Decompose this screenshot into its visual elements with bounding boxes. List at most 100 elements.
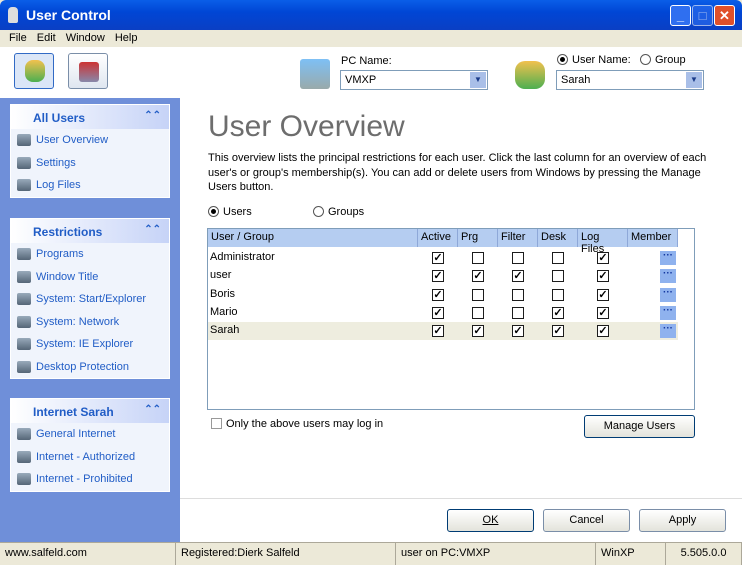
table-row[interactable]: Mario ✓ ✓ ✓ ···: [208, 304, 678, 322]
only-users-checkbox[interactable]: Only the above users may log in: [211, 418, 383, 430]
checkbox[interactable]: [512, 306, 524, 319]
item-label: General Internet: [36, 428, 116, 440]
column-header[interactable]: Desk: [538, 229, 578, 247]
checkbox[interactable]: ✓: [597, 288, 609, 301]
collapse-icon[interactable]: ⌃⌃: [144, 224, 161, 235]
users-icon: [17, 134, 31, 146]
checkbox[interactable]: ✓: [472, 270, 484, 283]
collapse-icon[interactable]: ⌃⌃: [144, 404, 161, 415]
status-bar: www.salfeld.com Registered:Dierk Salfeld…: [0, 542, 742, 565]
user-name-radio[interactable]: User Name:: [557, 54, 631, 66]
sidebar-item-desktop-protection[interactable]: Desktop Protection: [11, 356, 169, 379]
panel-header[interactable]: Restrictions ⌃⌃: [11, 219, 169, 243]
user-name: Mario: [210, 305, 238, 318]
collapse-icon[interactable]: ⌃⌃: [144, 110, 161, 121]
settings-icon: [17, 156, 31, 169]
users-radio[interactable]: Users: [208, 206, 252, 218]
user-name-select[interactable]: Sarah ▼: [556, 70, 704, 90]
sidebar-item-settings[interactable]: Settings: [11, 152, 169, 175]
window-title: User Control: [26, 7, 111, 23]
checkbox[interactable]: ✓: [432, 270, 444, 283]
member-button[interactable]: ···: [660, 287, 676, 302]
checkbox[interactable]: ✓: [472, 325, 484, 338]
sidebar-item-user-overview[interactable]: User Overview: [11, 129, 169, 152]
apply-button[interactable]: Apply: [639, 509, 726, 532]
checkbox[interactable]: ✓: [552, 306, 564, 319]
member-button[interactable]: ···: [660, 324, 676, 339]
sidebar-item-internet-authorized[interactable]: Internet - Authorized: [11, 446, 169, 469]
menu-window[interactable]: Window: [61, 30, 110, 47]
user-name: Sarah: [210, 324, 240, 337]
member-button[interactable]: ···: [660, 269, 676, 284]
member-button[interactable]: ···: [660, 251, 676, 265]
manage-users-button[interactable]: Manage Users: [584, 415, 695, 438]
page-title: User Overview: [208, 110, 405, 143]
checkbox[interactable]: [552, 288, 564, 301]
toolbox-tool-button[interactable]: [68, 53, 108, 89]
panel-header[interactable]: Internet Sarah ⌃⌃: [11, 399, 169, 423]
checkbox[interactable]: [552, 270, 564, 283]
close-button[interactable]: ✕: [714, 5, 735, 26]
menu-help[interactable]: Help: [110, 30, 143, 47]
only-users-label: Only the above users may log in: [226, 418, 384, 430]
sidebar-item-ie-explorer[interactable]: System: IE Explorer: [11, 333, 169, 356]
member-button[interactable]: ···: [660, 305, 676, 320]
minimize-button[interactable]: _: [670, 5, 691, 26]
sidebar-item-log-files[interactable]: Log Files: [11, 174, 169, 197]
checkbox[interactable]: ✓: [552, 325, 564, 338]
cancel-button[interactable]: Cancel: [543, 509, 630, 532]
status-os: WinXP: [596, 543, 666, 565]
sidebar-item-network[interactable]: System: Network: [11, 311, 169, 334]
checkbox[interactable]: ✓: [432, 325, 444, 338]
checkbox[interactable]: ✓: [597, 325, 609, 338]
column-header[interactable]: Prg: [458, 229, 498, 247]
groups-radio[interactable]: Groups: [313, 206, 364, 218]
table-row[interactable]: Administrator ✓ ✓ ···: [208, 249, 678, 267]
menu-edit[interactable]: Edit: [32, 30, 61, 47]
ok-button[interactable]: OK: [447, 509, 534, 532]
checkbox[interactable]: [512, 252, 524, 264]
sidebar-item-programs[interactable]: Programs: [11, 243, 169, 266]
group-radio[interactable]: Group: [640, 54, 686, 66]
users-icon: [25, 60, 45, 82]
sidebar-item-start-explorer[interactable]: System: Start/Explorer: [11, 288, 169, 311]
status-registered: Registered:Dierk Salfeld: [176, 543, 396, 565]
checkbox[interactable]: ✓: [432, 306, 444, 319]
column-header[interactable]: Filter: [498, 229, 538, 247]
menu-file[interactable]: File: [4, 30, 32, 47]
app-icon: [8, 7, 18, 23]
column-header[interactable]: User / Group: [208, 229, 418, 247]
item-label: Internet - Prohibited: [36, 473, 133, 485]
column-header[interactable]: Member: [628, 229, 678, 247]
sidebar-item-internet-prohibited[interactable]: Internet - Prohibited: [11, 468, 169, 491]
maximize-button[interactable]: □: [692, 5, 713, 26]
table-row[interactable]: Sarah ✓ ✓ ✓ ✓ ✓ ···: [208, 322, 678, 341]
users-tool-button[interactable]: [14, 53, 54, 89]
column-header[interactable]: Log Files: [578, 229, 628, 255]
checkbox[interactable]: [552, 252, 564, 264]
checkbox[interactable]: ✓: [512, 270, 524, 283]
item-label: Window Title: [36, 270, 99, 283]
checkbox[interactable]: ✓: [597, 306, 609, 319]
table-row[interactable]: user ✓ ✓ ✓ ✓ ···: [208, 267, 678, 285]
checkbox[interactable]: ✓: [432, 252, 444, 264]
sidebar-item-general-internet[interactable]: General Internet: [11, 423, 169, 446]
groups-radio-label: Groups: [328, 206, 365, 218]
checkbox[interactable]: [512, 288, 524, 301]
checkbox[interactable]: ✓: [597, 252, 609, 264]
panel-header[interactable]: All Users ⌃⌃: [11, 105, 169, 129]
column-header[interactable]: Active: [418, 229, 458, 247]
sidebar: All Users ⌃⌃ User Overview Settings Log F…: [0, 98, 180, 542]
checkbox[interactable]: [472, 288, 484, 301]
divider: [180, 498, 742, 499]
checkbox[interactable]: [472, 252, 484, 264]
table-row[interactable]: Boris ✓ ✓ ···: [208, 286, 678, 304]
checkbox[interactable]: ✓: [512, 325, 524, 338]
checkbox[interactable]: ✓: [432, 288, 444, 301]
panel-restrictions: Restrictions ⌃⌃ Programs Window Title Sys…: [10, 218, 170, 379]
sidebar-item-window-title[interactable]: Window Title: [11, 266, 169, 289]
user-name-radio-label: User Name:: [572, 54, 631, 66]
pc-name-select[interactable]: VMXP ▼: [340, 70, 488, 90]
checkbox[interactable]: ✓: [597, 270, 609, 283]
checkbox[interactable]: [472, 306, 484, 319]
